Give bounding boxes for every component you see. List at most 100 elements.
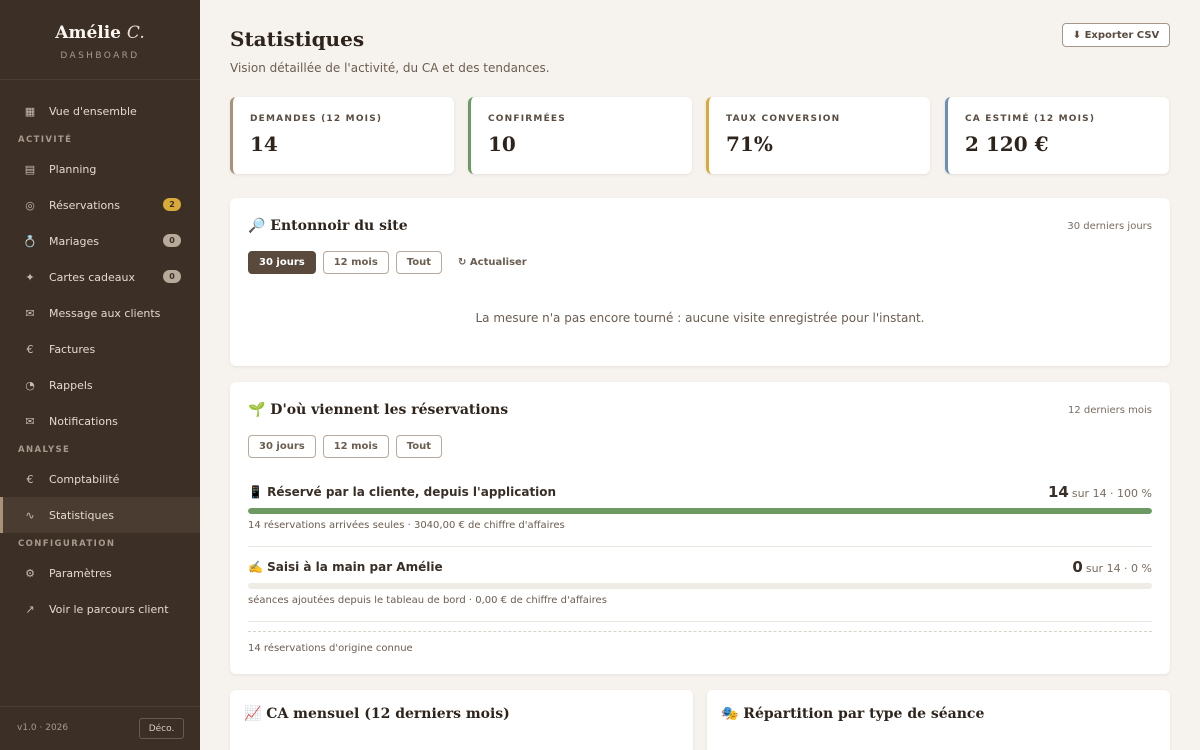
sidebar-item-label: Factures bbox=[49, 342, 96, 356]
source-manual-count-value: 0 bbox=[1072, 558, 1083, 576]
sparkle-icon: ✦ bbox=[25, 270, 35, 284]
euro-icon: € bbox=[26, 342, 34, 356]
kpi-label: TAUX CONVERSION bbox=[726, 114, 841, 124]
section-activite: ACTIVITÉ bbox=[18, 135, 73, 145]
kpi-card-taux-conversion: TAUX CONVERSION 71% bbox=[706, 97, 930, 174]
export-csv-button[interactable]: ⬇ Exporter CSV bbox=[1062, 23, 1170, 47]
main-content: Statistiques Vision détaillée de l'activ… bbox=[200, 0, 1200, 750]
sidebar: Amélie C. DASHBOARD ▦ Vue d'ensemble ACT… bbox=[0, 0, 200, 750]
sidebar-item-label: Notifications bbox=[49, 414, 118, 428]
sidebar-item-comptabilite[interactable]: € Comptabilité bbox=[0, 461, 200, 497]
divider bbox=[248, 546, 1152, 547]
sidebar-item-message-clients[interactable]: ✉ Message aux clients bbox=[0, 295, 200, 331]
sources-period-note: 12 derniers mois bbox=[1068, 405, 1152, 416]
funnel-tab-12-mois[interactable]: 12 mois bbox=[322, 251, 389, 274]
brand-subtitle: DASHBOARD bbox=[60, 51, 140, 61]
brand-first-name: Amélie bbox=[55, 23, 121, 43]
sources-footer: 14 réservations d'origine connue bbox=[248, 643, 413, 654]
cartes-badge: 0 bbox=[163, 270, 181, 283]
ca-mensuel-title: 📈 CA mensuel (12 derniers mois) bbox=[244, 706, 510, 722]
sidebar-item-planning[interactable]: ▤ Planning bbox=[0, 151, 200, 187]
clock-icon: ◔ bbox=[25, 378, 35, 392]
repartition-card: 🎭 Répartition par type de séance bbox=[707, 690, 1170, 750]
kpi-card-confirmees: CONFIRMÉES 10 bbox=[468, 97, 692, 174]
sources-tab-tout[interactable]: Tout bbox=[395, 435, 443, 458]
page-subtitle: Vision détaillée de l'activité, du CA et… bbox=[230, 61, 550, 75]
trend-icon: ∿ bbox=[25, 508, 35, 522]
sidebar-item-factures[interactable]: € Factures bbox=[0, 331, 200, 367]
source-manual-desc: séances ajoutées depuis le tableau de bo… bbox=[248, 595, 607, 606]
sidebar-item-parcours-client[interactable]: ↗ Voir le parcours client bbox=[0, 591, 200, 627]
sidebar-item-label: Mariages bbox=[49, 234, 100, 248]
page-title: Statistiques bbox=[230, 27, 365, 51]
mail-icon: ✉ bbox=[25, 306, 35, 320]
funnel-title: 🔎 Entonnoir du site bbox=[248, 218, 408, 234]
kpi-label: DEMANDES (12 MOIS) bbox=[250, 114, 383, 124]
kpi-card-ca-estime: CA ESTIMÉ (12 MOIS) 2 120 € bbox=[945, 97, 1169, 174]
mail-icon: ✉ bbox=[25, 414, 35, 428]
source-app-bar-fill bbox=[248, 508, 1152, 514]
sidebar-item-label: Cartes cadeaux bbox=[49, 270, 136, 284]
kpi-value: 2 120 € bbox=[965, 132, 1049, 156]
sidebar-footer: v1.0 · 2026 Déco. bbox=[0, 706, 200, 750]
sidebar-item-mariages[interactable]: 💍 Mariages 0 bbox=[0, 223, 200, 259]
ca-mensuel-card: 📈 CA mensuel (12 derniers mois) bbox=[230, 690, 693, 750]
sidebar-item-label: Statistiques bbox=[49, 508, 114, 522]
brand-initial: C. bbox=[126, 23, 145, 43]
sidebar-item-cartes-cadeaux[interactable]: ✦ Cartes cadeaux 0 bbox=[0, 259, 200, 295]
gear-icon: ⚙ bbox=[25, 566, 35, 580]
funnel-empty-message: La mesure n'a pas encore tourné : aucune… bbox=[475, 311, 925, 325]
sidebar-item-label: Paramètres bbox=[49, 566, 112, 580]
source-app-bar bbox=[248, 508, 1152, 514]
section-analyse: ANALYSE bbox=[18, 445, 71, 455]
refresh-button[interactable]: ↻ Actualiser bbox=[458, 257, 527, 268]
sidebar-item-label: Rappels bbox=[49, 378, 93, 392]
version-label: v1.0 · 2026 bbox=[17, 723, 69, 733]
target-icon: ◎ bbox=[25, 198, 35, 212]
source-app-count-suffix: sur 14 · 100 % bbox=[1071, 487, 1152, 500]
external-link-icon: ↗ bbox=[25, 602, 35, 616]
divider bbox=[248, 621, 1152, 622]
source-app-desc: 14 réservations arrivées seules · 3040,0… bbox=[248, 520, 565, 531]
sidebar-item-parametres[interactable]: ⚙ Paramètres bbox=[0, 555, 200, 591]
sidebar-item-label: Voir le parcours client bbox=[49, 602, 169, 616]
sidebar-item-statistiques[interactable]: ∿ Statistiques bbox=[0, 497, 200, 533]
source-app-title: 📱 Réservé par la cliente, depuis l'appli… bbox=[248, 485, 557, 499]
funnel-card: 🔎 Entonnoir du site 30 derniers jours 30… bbox=[230, 198, 1170, 366]
source-app-count-value: 14 bbox=[1047, 483, 1069, 501]
kpi-card-demandes: DEMANDES (12 MOIS) 14 bbox=[230, 97, 454, 174]
funnel-period-note: 30 derniers jours bbox=[1067, 221, 1152, 232]
sidebar-item-label: Vue d'ensemble bbox=[49, 104, 137, 118]
reservations-badge: 2 bbox=[163, 198, 181, 211]
funnel-period-tabs: 30 jours 12 mois Tout ↻ Actualiser bbox=[248, 251, 527, 274]
sources-period-tabs: 30 jours 12 mois Tout bbox=[248, 435, 449, 458]
repartition-title: 🎭 Répartition par type de séance bbox=[721, 706, 985, 722]
funnel-tab-30-jours[interactable]: 30 jours bbox=[248, 251, 316, 274]
grid-icon: ▦ bbox=[24, 104, 36, 118]
sources-tab-30-jours[interactable]: 30 jours bbox=[248, 435, 316, 458]
funnel-tab-tout[interactable]: Tout bbox=[395, 251, 443, 274]
logout-button[interactable]: Déco. bbox=[139, 718, 184, 739]
mariages-badge: 0 bbox=[163, 234, 181, 247]
sidebar-item-label: Planning bbox=[49, 162, 97, 176]
kpi-label: CONFIRMÉES bbox=[488, 114, 566, 124]
brand-name: Amélie C. bbox=[0, 23, 200, 43]
kpi-value: 10 bbox=[488, 132, 516, 156]
source-app-count: 14 sur 14 · 100 % bbox=[1048, 483, 1152, 501]
source-manual-bar bbox=[248, 583, 1152, 589]
source-manual-count-suffix: sur 14 · 0 % bbox=[1085, 562, 1152, 575]
sidebar-nav: ▦ Vue d'ensemble ACTIVITÉ ▤ Planning ◎ R… bbox=[0, 93, 200, 627]
sidebar-item-label: Comptabilité bbox=[49, 472, 120, 486]
sidebar-item-reservations[interactable]: ◎ Réservations 2 bbox=[0, 187, 200, 223]
calendar-icon: ▤ bbox=[24, 162, 36, 176]
sources-card: 🌱 D'où viennent les réservations 12 dern… bbox=[230, 382, 1170, 674]
sidebar-item-notifications[interactable]: ✉ Notifications bbox=[0, 403, 200, 439]
sources-title: 🌱 D'où viennent les réservations bbox=[248, 402, 509, 418]
kpi-label: CA ESTIMÉ (12 MOIS) bbox=[965, 114, 1096, 124]
sources-tab-12-mois[interactable]: 12 mois bbox=[322, 435, 389, 458]
sidebar-item-label: Message aux clients bbox=[49, 306, 161, 320]
source-manual-title: ✍️ Saisi à la main par Amélie bbox=[248, 560, 443, 574]
sidebar-item-overview[interactable]: ▦ Vue d'ensemble bbox=[0, 93, 200, 129]
sidebar-item-rappels[interactable]: ◔ Rappels bbox=[0, 367, 200, 403]
sidebar-item-label: Réservations bbox=[49, 198, 120, 212]
